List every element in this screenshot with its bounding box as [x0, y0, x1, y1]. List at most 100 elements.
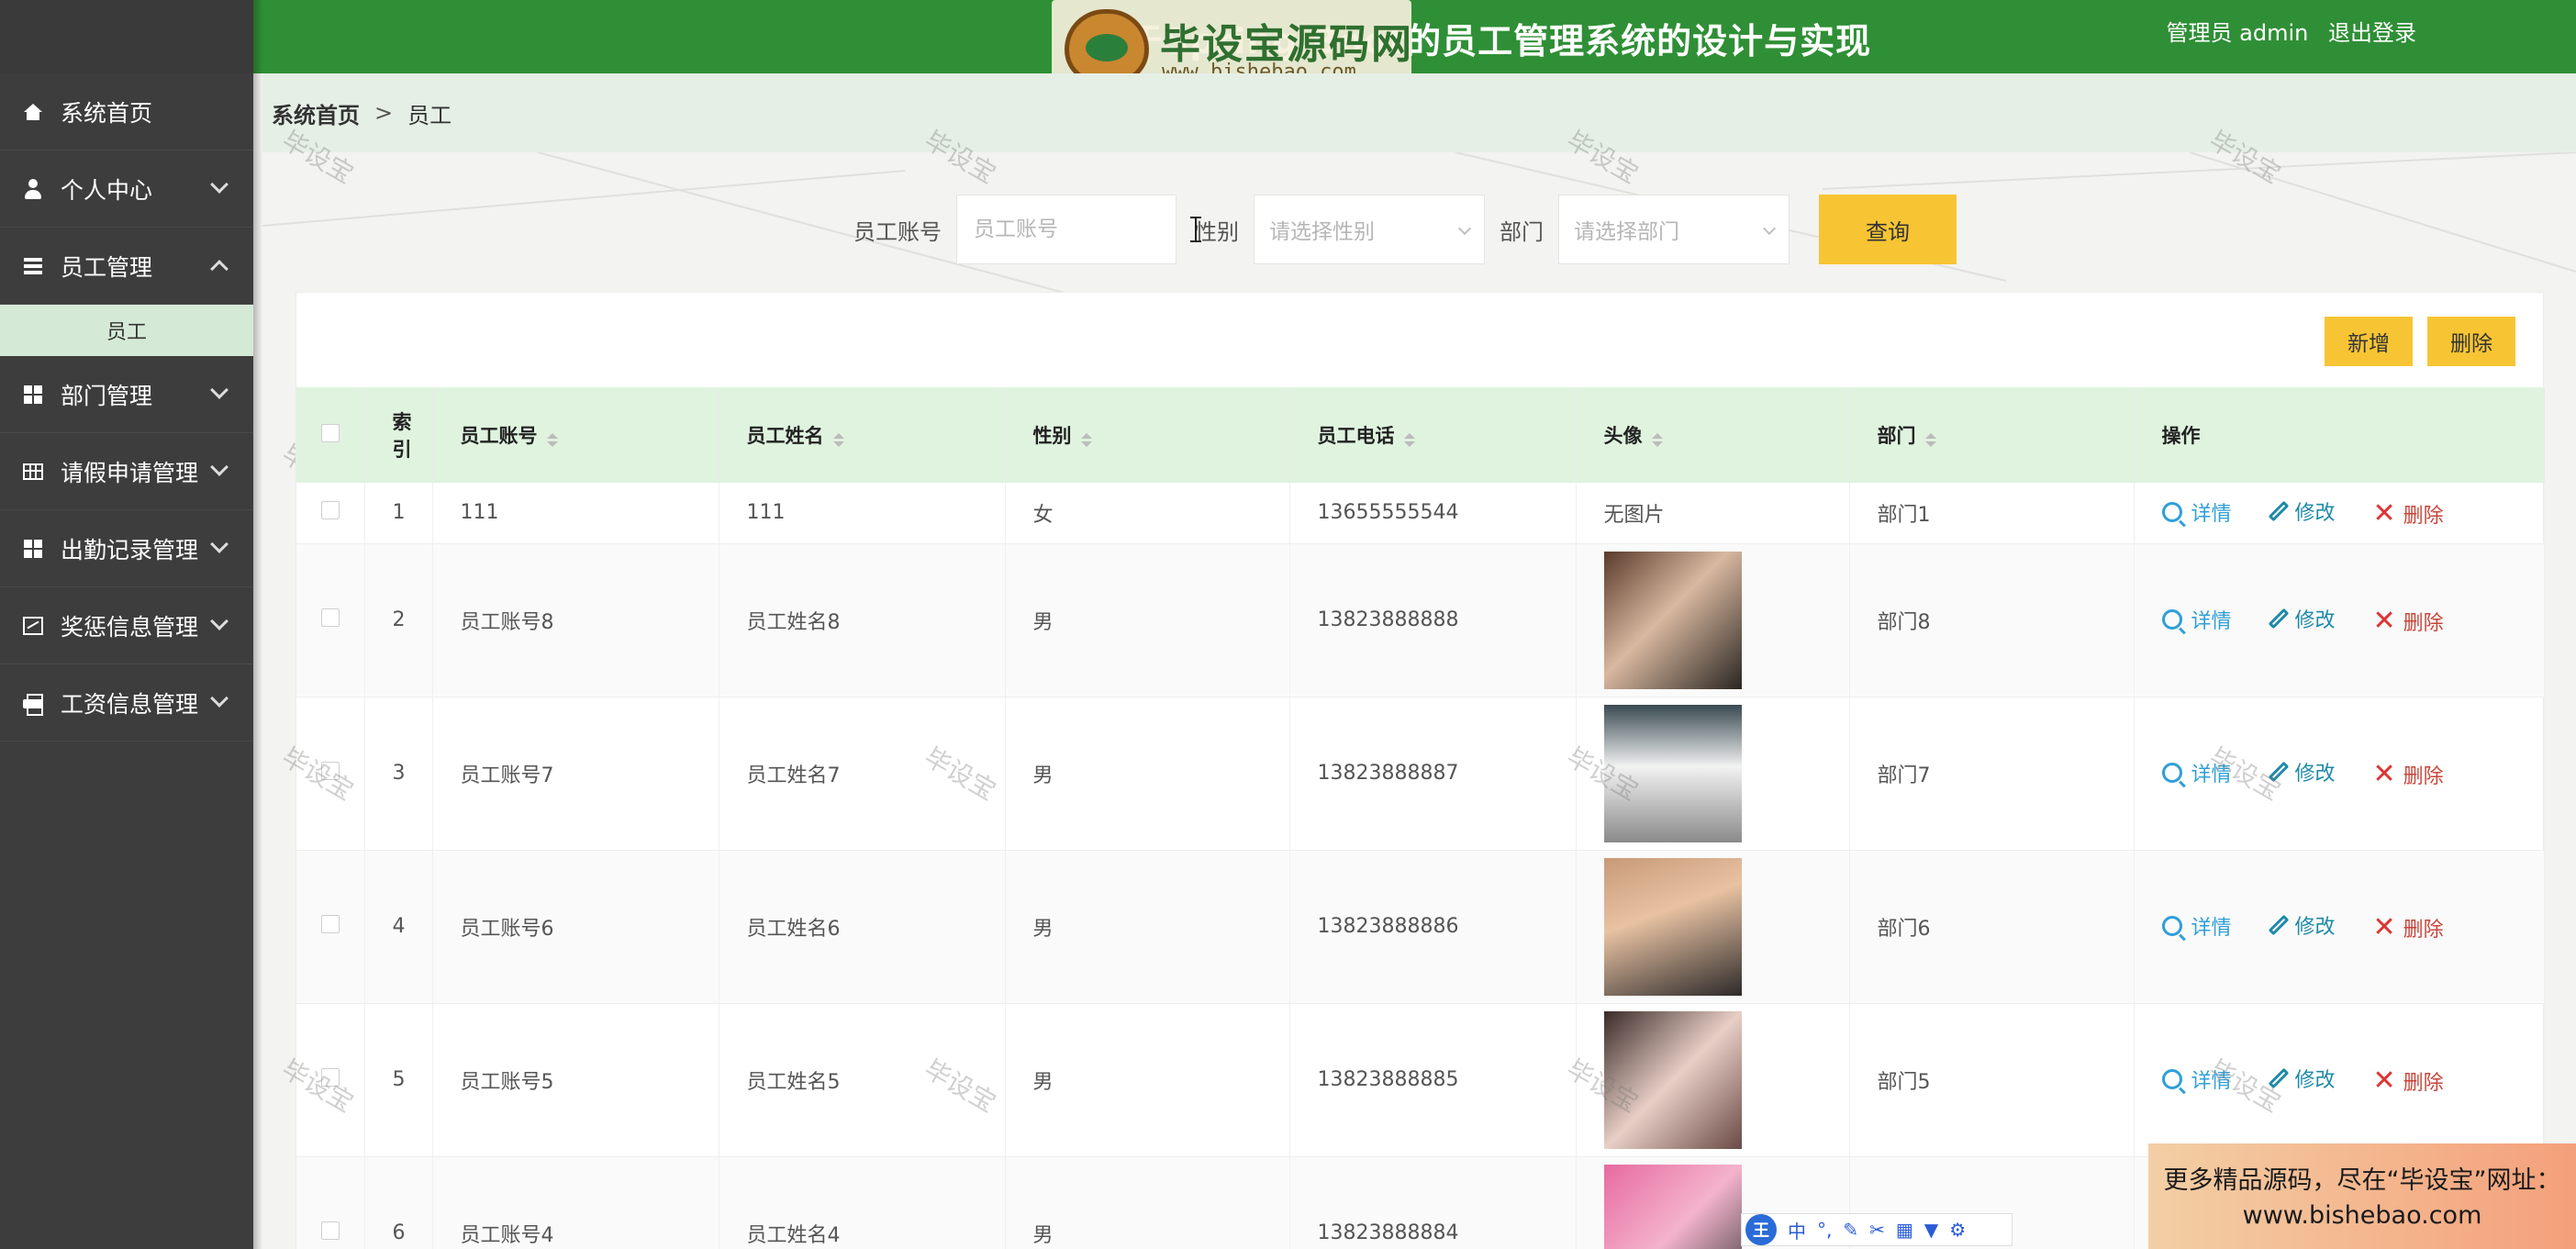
sidebar-item-label: 部门管理 [61, 382, 153, 409]
account-search-input[interactable] [956, 195, 1176, 264]
close-icon: ✕ [2372, 605, 2396, 637]
avatar[interactable] [1603, 1010, 1742, 1149]
cell-phone: 13823888885 [1289, 1003, 1577, 1157]
table-row: 5 员工账号5 员工姓名5 男 13823888885 部门5 详情 修改 ✕ 删… [296, 1003, 2545, 1157]
sidebar-subitem-employee[interactable]: 员工 [0, 305, 253, 356]
row-checkbox[interactable] [320, 1221, 340, 1240]
edit-button[interactable]: 修改 [2268, 757, 2336, 786]
cell-account: 员工账号4 [432, 1156, 719, 1249]
close-icon: ✕ [2372, 911, 2396, 943]
list-icon [22, 255, 44, 277]
logout-link[interactable]: 退出登录 [2328, 20, 2416, 46]
sidebar-item-employee-mgmt[interactable]: 员工管理 [0, 228, 253, 305]
column-header-label: 员工账号 [460, 425, 538, 447]
search-icon [2161, 502, 2182, 523]
edit-button[interactable]: 修改 [2268, 1064, 2336, 1093]
gender-select[interactable]: 请选择性别 [1254, 195, 1485, 264]
sidebar-item-department-mgmt[interactable]: 部门管理 [0, 356, 253, 433]
detail-button[interactable]: 详情 [2161, 1065, 2232, 1094]
avatar[interactable] [1603, 704, 1742, 842]
cell-name: 111 [719, 483, 1006, 544]
cell-actions: 详情 修改 ✕ 删除 [2134, 1003, 2545, 1157]
query-button[interactable]: 查询 [1819, 195, 1957, 264]
cell-name: 员工姓名5 [719, 1003, 1006, 1157]
pencil-icon [2268, 761, 2289, 783]
chevron-down-icon [1762, 221, 1777, 236]
detail-label: 详情 [2191, 764, 2232, 786]
delete-button[interactable]: ✕ 删除 [2373, 607, 2444, 636]
detail-label: 详情 [2191, 610, 2232, 633]
sidebar-item-leave-mgmt[interactable]: 请假申请管理 [0, 433, 253, 510]
ime-logo-icon[interactable]: 王 [1745, 1214, 1777, 1245]
detail-button[interactable]: 详情 [2161, 758, 2232, 787]
punctuation-icon[interactable]: °, [1817, 1219, 1832, 1241]
breadcrumb-home[interactable]: 系统首页 [272, 97, 360, 129]
cell-account: 员工账号8 [432, 543, 719, 697]
column-header-index-line1: 索 [392, 411, 412, 433]
row-checkbox-cell [296, 850, 365, 1004]
detail-button[interactable]: 详情 [2161, 497, 2232, 527]
close-icon: ✕ [2372, 497, 2396, 530]
row-checkbox[interactable] [320, 500, 340, 519]
select-all-header [296, 387, 365, 483]
scissors-icon[interactable]: ✂ [1869, 1219, 1885, 1241]
sidebar-item-label: 工资信息管理 [61, 690, 199, 718]
settings-icon[interactable]: ⚙ [1949, 1219, 1966, 1241]
avatar[interactable] [1603, 857, 1742, 996]
sidebar-item-attendance-mgmt[interactable]: 出勤记录管理 [0, 510, 253, 587]
search-icon [2161, 916, 2182, 936]
table-row: 3 员工账号7 员工姓名7 男 13823888887 部门7 详情 修改 ✕ 删… [296, 697, 2545, 851]
delete-label: 删除 [2403, 765, 2444, 788]
edit-button[interactable]: 修改 [2268, 910, 2336, 940]
edit-button[interactable]: 修改 [2268, 604, 2336, 633]
close-icon: ✕ [2372, 1065, 2396, 1097]
cell-dept: 部门6 [1849, 850, 2135, 1004]
cell-phone: 13823888884 [1289, 1156, 1577, 1249]
sidebar-item-home[interactable]: 系统首页 [0, 73, 253, 151]
sidebar-item-profile[interactable]: 个人中心 [0, 151, 253, 228]
skin-icon[interactable]: ▼ [1924, 1219, 1938, 1241]
avatar[interactable] [1603, 1164, 1742, 1249]
sidebar-shadow [253, 0, 262, 1249]
column-header-actions: 操作 [2134, 387, 2545, 483]
cell-dept: 部门7 [1849, 697, 2135, 851]
detail-button[interactable]: 详情 [2161, 605, 2232, 634]
sort-icon [1080, 433, 1092, 447]
batch-delete-button[interactable]: 删除 [2427, 317, 2515, 366]
sidebar-item-salary-mgmt[interactable]: 工资信息管理 [0, 664, 253, 742]
cell-actions: 详情 修改 ✕ 删除 [2134, 850, 2545, 1004]
delete-label: 删除 [2403, 919, 2444, 942]
select-all-checkbox[interactable] [320, 423, 340, 442]
column-header-name[interactable]: 员工姓名 [719, 387, 1006, 483]
column-header-gender[interactable]: 性别 [1005, 387, 1290, 483]
home-icon [22, 101, 44, 123]
delete-button[interactable]: ✕ 删除 [2373, 760, 2444, 789]
table-header-row: 索 引 员工账号 员工姓名 性别 员工电话 头像 部门 操作 [296, 387, 2545, 483]
keyboard-icon[interactable]: ▦ [1896, 1219, 1913, 1241]
row-checkbox[interactable] [320, 761, 340, 780]
edit-label: 修改 [2294, 916, 2336, 939]
delete-button[interactable]: ✕ 删除 [2373, 1066, 2444, 1096]
detail-button[interactable]: 详情 [2161, 911, 2232, 941]
column-header-dept[interactable]: 部门 [1849, 387, 2135, 483]
edit-button[interactable]: 修改 [2268, 496, 2336, 526]
sidebar-item-reward-mgmt[interactable]: 奖惩信息管理 [0, 587, 253, 664]
ime-mode-toggle[interactable]: 中 [1788, 1217, 1806, 1243]
table-row: 1 111 111 女 13655555544 无图片 部门1 详情 修改 ✕ 删… [296, 483, 2545, 544]
delete-button[interactable]: ✕ 删除 [2373, 499, 2444, 529]
cell-actions: 详情 修改 ✕ 删除 [2134, 697, 2545, 851]
delete-button[interactable]: ✕ 删除 [2373, 913, 2444, 942]
row-checkbox[interactable] [320, 608, 340, 627]
add-button[interactable]: 新增 [2325, 317, 2413, 366]
dept-select-placeholder: 请选择部门 [1574, 220, 1679, 244]
pen-icon[interactable]: ✎ [1843, 1219, 1858, 1241]
column-header-phone[interactable]: 员工电话 [1289, 387, 1577, 483]
row-checkbox[interactable] [320, 1067, 340, 1087]
row-checkbox-cell [296, 697, 365, 851]
column-header-avatar[interactable]: 头像 [1576, 387, 1850, 483]
column-header-label: 操作 [2161, 425, 2201, 447]
row-checkbox[interactable] [320, 914, 340, 933]
dept-select[interactable]: 请选择部门 [1558, 195, 1790, 264]
column-header-account[interactable]: 员工账号 [432, 387, 719, 483]
avatar[interactable] [1603, 551, 1742, 689]
